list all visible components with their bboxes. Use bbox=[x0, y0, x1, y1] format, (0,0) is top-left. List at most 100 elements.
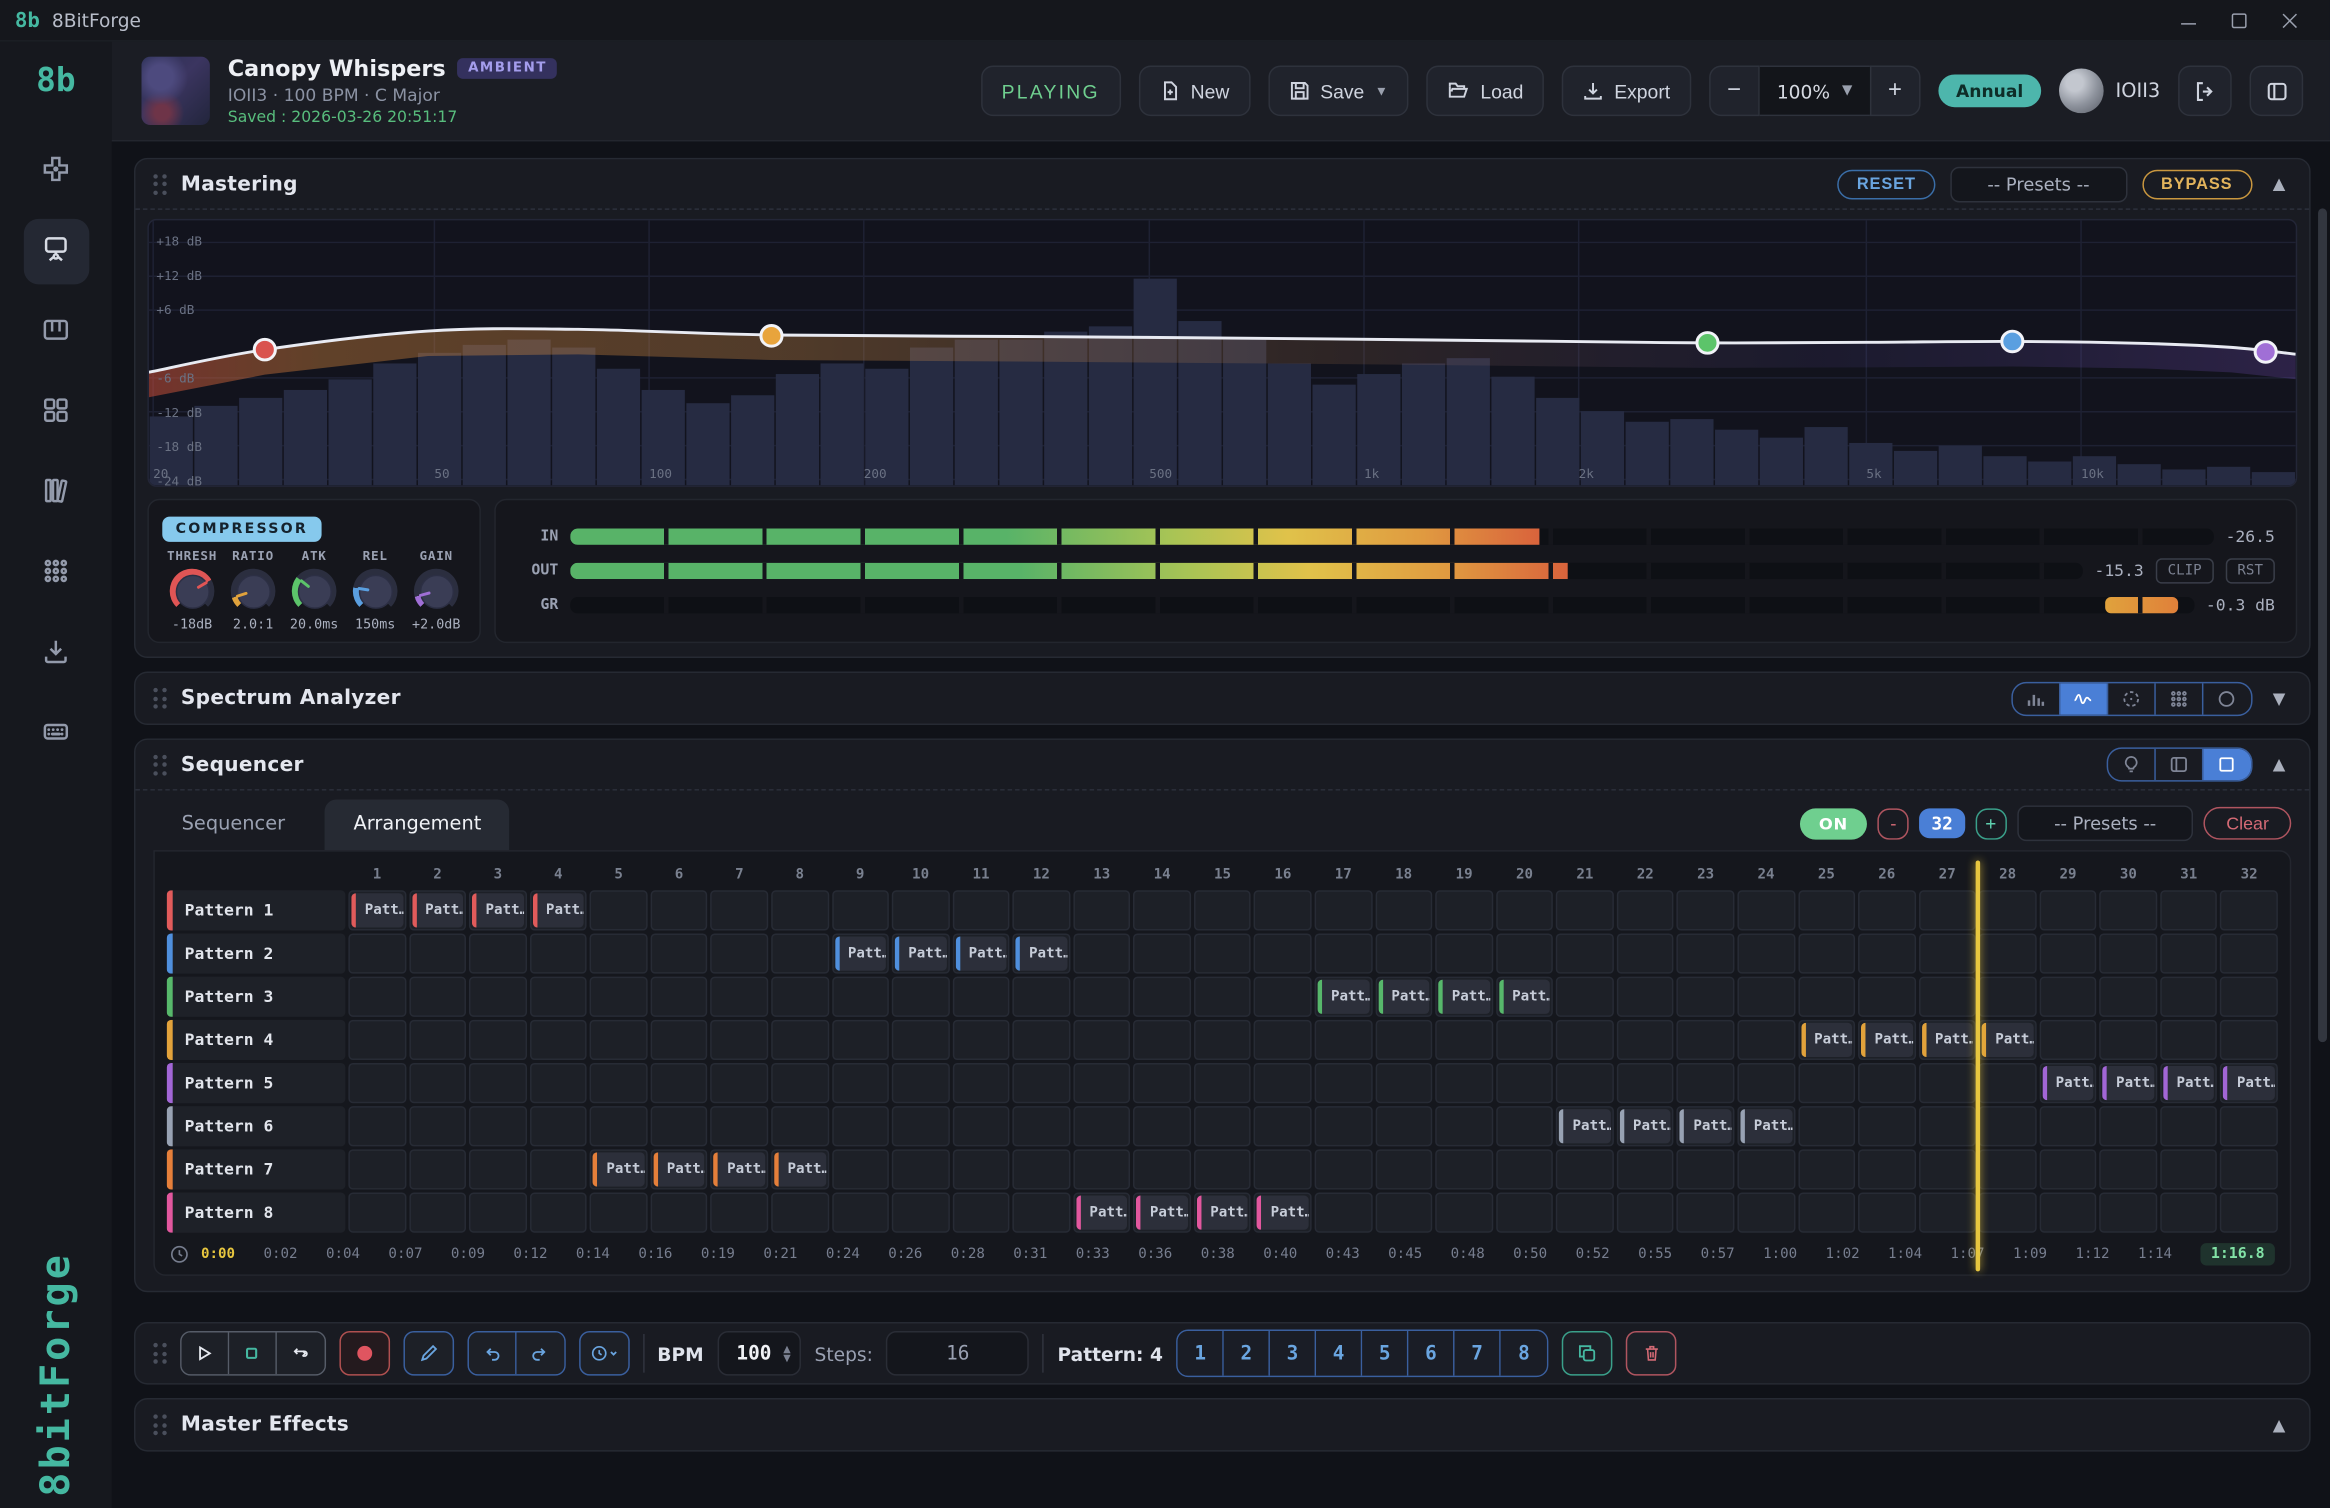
view-scope-icon[interactable] bbox=[2107, 683, 2155, 714]
pattern-button-5[interactable]: 5 bbox=[1362, 1331, 1408, 1376]
view-bar-chart-icon[interactable] bbox=[2012, 683, 2060, 714]
arrangement-cell[interactable] bbox=[590, 890, 647, 930]
pattern-block[interactable]: Patt… bbox=[653, 1152, 704, 1186]
arrangement-cell[interactable] bbox=[1617, 977, 1674, 1017]
bypass-button[interactable]: BYPASS bbox=[2142, 169, 2252, 199]
pattern-block[interactable]: Patt… bbox=[1197, 1196, 1248, 1230]
arrangement-cell[interactable] bbox=[1375, 890, 1432, 930]
arrangement-cell[interactable] bbox=[1254, 1106, 1311, 1146]
pattern-block[interactable]: Patt… bbox=[774, 1152, 825, 1186]
arrangement-cell[interactable] bbox=[469, 933, 526, 973]
arrangement-cell[interactable] bbox=[1435, 933, 1492, 973]
pattern-block[interactable]: Patt… bbox=[1318, 980, 1369, 1014]
pattern-row-label[interactable]: Pattern 1 bbox=[167, 890, 346, 930]
arrangement-cell[interactable] bbox=[469, 1149, 526, 1189]
arrangement-cell[interactable] bbox=[469, 977, 526, 1017]
arrangement-cell[interactable] bbox=[1013, 977, 1070, 1017]
zoom-level-select[interactable]: 100%▼ bbox=[1759, 66, 1869, 117]
copy-pattern-button[interactable] bbox=[1562, 1331, 1613, 1376]
arrangement-cell[interactable] bbox=[1254, 1020, 1311, 1060]
arrangement-cell[interactable] bbox=[2220, 977, 2277, 1017]
pattern-block[interactable]: Patt… bbox=[1076, 1196, 1127, 1230]
arrangement-cell[interactable]: Patt… bbox=[590, 1149, 647, 1189]
arrangement-cell[interactable] bbox=[1315, 1020, 1372, 1060]
arrangement-cell[interactable] bbox=[2220, 1193, 2277, 1233]
arrangement-cell[interactable] bbox=[1254, 1063, 1311, 1103]
arrangement-cell[interactable] bbox=[650, 1106, 707, 1146]
arrangement-cell[interactable] bbox=[348, 1193, 405, 1233]
arrangement-cell[interactable] bbox=[2160, 933, 2217, 973]
arrangement-cell[interactable] bbox=[1798, 1193, 1855, 1233]
pattern-button-3[interactable]: 3 bbox=[1270, 1331, 1316, 1376]
arrangement-cell[interactable] bbox=[1677, 977, 1734, 1017]
playhead[interactable] bbox=[1976, 861, 1980, 1272]
pattern-button-6[interactable]: 6 bbox=[1409, 1331, 1455, 1376]
pattern-block[interactable]: Patt… bbox=[1620, 1109, 1671, 1143]
arrangement-cell[interactable]: Patt… bbox=[2160, 1063, 2217, 1103]
arrangement-cell[interactable]: Patt… bbox=[711, 1149, 768, 1189]
arrangement-cell[interactable] bbox=[2039, 1149, 2096, 1189]
arrangement-cell[interactable] bbox=[1375, 1193, 1432, 1233]
arrangement-cell[interactable] bbox=[711, 1020, 768, 1060]
pattern-button-7[interactable]: 7 bbox=[1455, 1331, 1501, 1376]
arrangement-cell[interactable] bbox=[1194, 1020, 1251, 1060]
arrangement-cell[interactable] bbox=[1133, 933, 1190, 973]
arrangement-cell[interactable] bbox=[2220, 1020, 2277, 1060]
arrangement-cell[interactable] bbox=[1858, 977, 1915, 1017]
arrangement-cell[interactable] bbox=[1375, 933, 1432, 973]
arrangement-cell[interactable] bbox=[2100, 1193, 2157, 1233]
pattern-row-label[interactable]: Pattern 4 bbox=[167, 1020, 346, 1060]
redo-button[interactable] bbox=[516, 1332, 564, 1374]
eq-node[interactable] bbox=[761, 326, 782, 347]
arrangement-cell[interactable] bbox=[409, 1149, 466, 1189]
arrangement-cell[interactable] bbox=[409, 1063, 466, 1103]
arrangement-cell[interactable] bbox=[1013, 1193, 1070, 1233]
arrangement-cell[interactable] bbox=[952, 890, 1009, 930]
arrangement-cell[interactable] bbox=[2160, 977, 2217, 1017]
pattern-block[interactable]: Patt… bbox=[1740, 1109, 1791, 1143]
arrangement-cell[interactable] bbox=[1979, 890, 2036, 930]
undo-button[interactable] bbox=[468, 1332, 516, 1374]
arrangement-cell[interactable]: Patt… bbox=[1737, 1106, 1794, 1146]
arrangement-cell[interactable] bbox=[892, 1063, 949, 1103]
sidebar-item-dot-grid[interactable] bbox=[23, 540, 89, 606]
arrangement-cell[interactable] bbox=[1435, 1063, 1492, 1103]
arrangement-cell[interactable] bbox=[348, 1020, 405, 1060]
arrangement-cell[interactable] bbox=[952, 1063, 1009, 1103]
clip-button[interactable]: CLIP bbox=[2156, 558, 2214, 583]
pattern-block[interactable]: Patt… bbox=[412, 893, 463, 927]
arrangement-cell[interactable] bbox=[1435, 1106, 1492, 1146]
arrangement-cell[interactable]: Patt… bbox=[1013, 933, 1070, 973]
arrangement-cell[interactable] bbox=[1858, 1063, 1915, 1103]
arrangement-cell[interactable]: Patt… bbox=[1919, 1020, 1976, 1060]
arrangement-cell[interactable] bbox=[2100, 1020, 2157, 1060]
pattern-block[interactable]: Patt… bbox=[1499, 980, 1550, 1014]
arrangement-cell[interactable] bbox=[590, 1063, 647, 1103]
arrangement-cell[interactable] bbox=[1737, 1193, 1794, 1233]
delete-pattern-button[interactable] bbox=[1626, 1331, 1677, 1376]
arrangement-cell[interactable] bbox=[1073, 1106, 1130, 1146]
arrangement-cell[interactable] bbox=[1919, 977, 1976, 1017]
arrangement-cell[interactable] bbox=[1798, 977, 1855, 1017]
arrangement-cell[interactable] bbox=[1798, 1063, 1855, 1103]
arrangement-cell[interactable]: Patt… bbox=[2100, 1063, 2157, 1103]
pattern-row-label[interactable]: Pattern 8 bbox=[167, 1193, 346, 1233]
arrangement-cell[interactable] bbox=[1737, 890, 1794, 930]
pattern-block[interactable]: Patt… bbox=[714, 1152, 765, 1186]
arrangement-cell[interactable] bbox=[2160, 890, 2217, 930]
arrangement-cell[interactable] bbox=[2220, 1149, 2277, 1189]
eq-node[interactable] bbox=[1697, 333, 1718, 354]
arrangement-cell[interactable] bbox=[530, 977, 587, 1017]
arrangement-cell[interactable] bbox=[1737, 933, 1794, 973]
arrangement-cell[interactable] bbox=[1556, 1193, 1613, 1233]
arrangement-cell[interactable] bbox=[1617, 1193, 1674, 1233]
arrangement-cell[interactable]: Patt… bbox=[2220, 1063, 2277, 1103]
arrangement-cell[interactable] bbox=[771, 933, 828, 973]
timer-menu-button[interactable] bbox=[578, 1331, 629, 1376]
pattern-button-2[interactable]: 2 bbox=[1224, 1331, 1270, 1376]
maximize-icon[interactable] bbox=[2214, 2, 2265, 38]
thresh-knob[interactable] bbox=[170, 569, 215, 614]
arrangement-cell[interactable] bbox=[1677, 890, 1734, 930]
arrangement-cell[interactable] bbox=[1254, 1149, 1311, 1189]
clear-button[interactable]: Clear bbox=[2204, 807, 2291, 840]
